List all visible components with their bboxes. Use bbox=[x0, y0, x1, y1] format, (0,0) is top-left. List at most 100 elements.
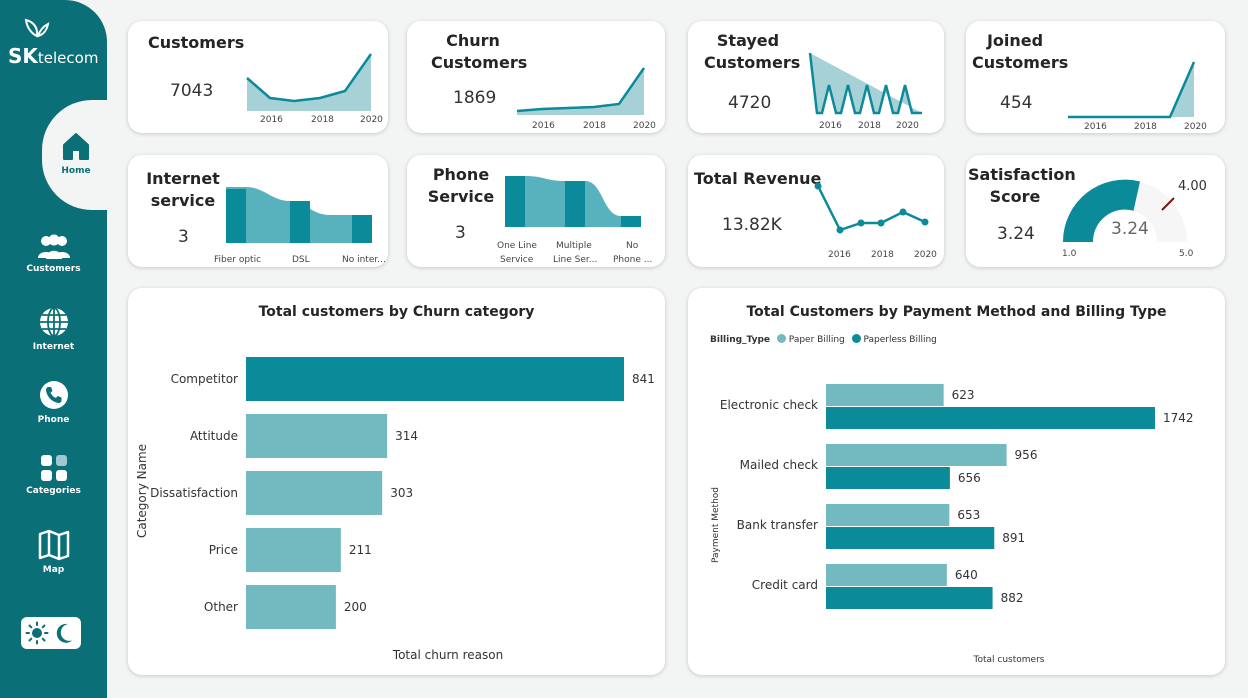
churn-category-bar-chart: Competitor 841 Attitude 314 Dissatisfaction 3… bbox=[150, 357, 655, 629]
payment-method-chart-card[interactable]: Total Customers by Payment Method and Bi… bbox=[688, 288, 1225, 675]
churn-bar-attitude[interactable] bbox=[246, 414, 388, 458]
kpi-card-joined-customers[interactable]: Joined Customers 454 2016 2018 2020 bbox=[966, 21, 1225, 133]
x-tick: 2020 bbox=[360, 115, 383, 125]
x-tick: 2020 bbox=[1184, 122, 1207, 132]
nav-item-home[interactable]: Home bbox=[48, 130, 104, 176]
kpi-value: 7043 bbox=[170, 81, 214, 101]
nav-item-internet[interactable]: Internet bbox=[0, 306, 107, 352]
bar-value-label: 653 bbox=[957, 508, 980, 522]
customers-trend-chart bbox=[246, 53, 373, 111]
x-tick: 2020 bbox=[896, 121, 919, 131]
bar-value-label: 1742 bbox=[1163, 411, 1194, 425]
joined-trend-chart bbox=[1068, 61, 1196, 119]
payment-method-bar-chart: 623 1742 Electronic check 956 656 Mailed chec… bbox=[720, 384, 1194, 609]
sk-telecom-logo: SKtelecom bbox=[6, 18, 102, 78]
nav-label: Phone bbox=[37, 415, 70, 425]
kpi-value: 1869 bbox=[453, 88, 497, 108]
globe-icon bbox=[39, 307, 68, 337]
x-tick: Fiber optic bbox=[214, 255, 262, 265]
x-tick: 2020 bbox=[633, 121, 656, 131]
x-tick: One Line bbox=[497, 241, 537, 251]
kpi-card-total-revenue[interactable]: Total Revenue 13.82K 2016 2018 2020 bbox=[688, 155, 944, 267]
home-icon bbox=[63, 133, 89, 160]
sidebar: SKtelecom Home Customers Internet Phone bbox=[0, 0, 132, 698]
x-tick: No bbox=[626, 241, 639, 251]
category-label: Competitor bbox=[171, 372, 238, 386]
x-tick: No inter... bbox=[342, 255, 386, 265]
kpi-value: 454 bbox=[1000, 93, 1033, 113]
kpi-card-phone-service[interactable]: Phone Service 3 One Line Multiple No Serv… bbox=[407, 155, 665, 267]
nav-item-map[interactable]: Map bbox=[0, 529, 107, 575]
payment-bar-paperless[interactable] bbox=[826, 467, 950, 489]
bar-value-label: 623 bbox=[952, 388, 975, 402]
bar-value-label: 211 bbox=[349, 543, 372, 557]
x-tick: 2016 bbox=[819, 121, 842, 131]
nav-label: Map bbox=[42, 565, 65, 575]
kpi-card-churn-customers[interactable]: Churn Customers 1869 2016 2018 2020 bbox=[407, 21, 665, 133]
bar-value-label: 640 bbox=[955, 568, 978, 582]
phone-ribbon-chart bbox=[505, 176, 641, 227]
y-axis-title: Category Name bbox=[135, 443, 149, 539]
x-tick: Phone ... bbox=[613, 255, 653, 265]
kpi-title: Satisfaction Score bbox=[968, 165, 1076, 206]
payment-bar-paper[interactable] bbox=[826, 564, 947, 586]
x-tick: 2016 bbox=[260, 115, 283, 125]
payment-bar-paper[interactable] bbox=[826, 384, 944, 406]
x-tick: 2020 bbox=[914, 250, 937, 260]
butterfly-logo-icon bbox=[24, 18, 50, 38]
bar-value-label: 956 bbox=[1015, 448, 1038, 462]
sun-icon bbox=[25, 621, 49, 645]
churn-bar-other[interactable] bbox=[246, 585, 336, 629]
category-label: Electronic check bbox=[720, 398, 818, 412]
x-tick: 2018 bbox=[871, 250, 894, 260]
churn-bar-price[interactable] bbox=[246, 528, 341, 572]
bar-value-label: 841 bbox=[632, 372, 655, 386]
gauge-min: 1.0 bbox=[1062, 249, 1077, 259]
payment-bar-paperless[interactable] bbox=[826, 527, 995, 549]
category-label: Bank transfer bbox=[737, 518, 818, 532]
payment-bar-paperless[interactable] bbox=[826, 587, 993, 609]
bar-value-label: 303 bbox=[390, 486, 413, 500]
x-tick: Multiple bbox=[556, 241, 592, 251]
payment-bar-paper[interactable] bbox=[826, 444, 1007, 466]
kpi-card-customers[interactable]: Customers 7043 2016 2018 2020 bbox=[128, 21, 388, 133]
bar-value-label: 891 bbox=[1002, 531, 1025, 545]
nav-item-phone[interactable]: Phone bbox=[0, 379, 107, 425]
kpi-value: 4720 bbox=[728, 93, 772, 113]
churn-bar-competitor[interactable] bbox=[246, 357, 624, 401]
payment-bar-paperless[interactable] bbox=[826, 407, 1155, 429]
nav-label: Home bbox=[61, 166, 91, 176]
kpi-card-internet-service[interactable]: Internet service 3 Fiber optic DSL No int… bbox=[128, 155, 388, 267]
nav-item-categories[interactable]: Categories bbox=[0, 454, 107, 496]
x-tick: 2018 bbox=[311, 115, 334, 125]
grid-icon bbox=[40, 455, 67, 481]
theme-toggle[interactable] bbox=[21, 617, 81, 649]
nav-label: Internet bbox=[32, 342, 75, 352]
gauge-target: 4.00 bbox=[1178, 179, 1207, 194]
moon-icon bbox=[56, 623, 72, 643]
kpi-value: 3 bbox=[455, 223, 466, 243]
revenue-trend-chart bbox=[814, 182, 929, 234]
nav-label: Categories bbox=[26, 486, 81, 496]
kpi-card-satisfaction-score[interactable]: Satisfaction Score 3.24 3.24 4.00 1.0 5.0 bbox=[966, 155, 1225, 267]
x-axis-title: Total customers bbox=[973, 655, 1045, 665]
x-tick: 2016 bbox=[1084, 122, 1107, 132]
kpi-title: Customers bbox=[148, 33, 245, 52]
category-label: Price bbox=[209, 543, 238, 557]
kpi-title: Internet service bbox=[146, 169, 220, 210]
x-axis-title: Total churn reason bbox=[392, 648, 504, 662]
churn-category-chart-card[interactable]: Total customers by Churn category Compet… bbox=[128, 288, 665, 675]
nav-item-customers[interactable]: Customers bbox=[0, 234, 107, 274]
churn-bar-dissatisfaction[interactable] bbox=[246, 471, 383, 515]
x-tick: 2018 bbox=[858, 121, 881, 131]
x-tick: 2018 bbox=[583, 121, 606, 131]
kpi-card-stayed-customers[interactable]: Stayed Customers 4720 2016 2018 2020 bbox=[688, 21, 944, 133]
kpi-title: Churn Customers bbox=[431, 31, 528, 72]
kpi-title: Total Revenue bbox=[694, 169, 822, 188]
category-label: Other bbox=[204, 600, 238, 614]
payment-bar-paper[interactable] bbox=[826, 504, 950, 526]
churn-trend-chart bbox=[516, 67, 646, 115]
x-tick: Service bbox=[500, 255, 534, 265]
brand-text: SKtelecom bbox=[8, 44, 99, 68]
stayed-trend-chart bbox=[808, 52, 922, 115]
